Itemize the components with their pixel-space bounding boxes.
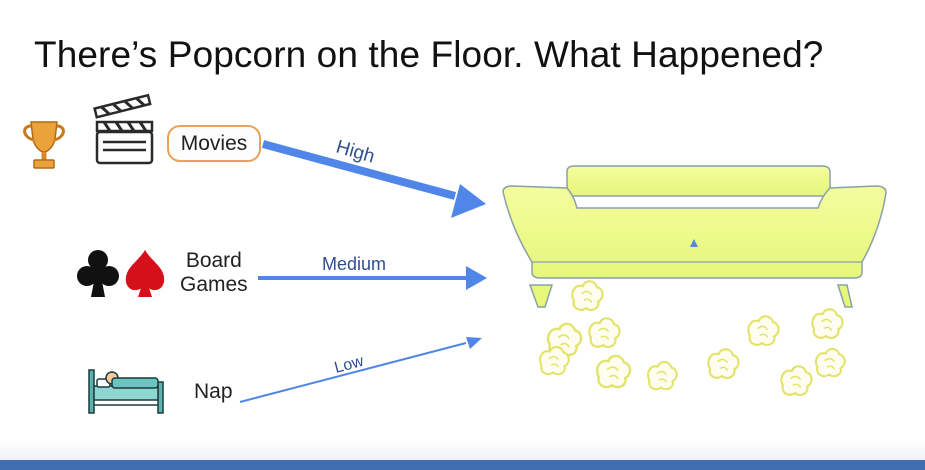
bed-icon <box>88 369 164 414</box>
spades-icon <box>125 250 165 297</box>
level-label-low: Low <box>333 353 366 377</box>
popcorn-kernel <box>707 348 740 379</box>
popcorn-pile <box>538 280 846 396</box>
popcorn-kernel <box>595 354 632 389</box>
popcorn-kernel <box>814 347 846 378</box>
trophy-icon <box>23 121 65 169</box>
popcorn-kernel <box>588 317 621 348</box>
level-label-medium: Medium <box>322 254 386 274</box>
clapperboard-icon <box>93 93 154 165</box>
popcorn-diagram: High Medium Low <box>23 93 887 414</box>
popcorn-kernel <box>747 315 780 346</box>
popcorn-kernel <box>646 360 678 391</box>
footer-bar <box>0 460 925 470</box>
popcorn-kernel <box>780 365 813 396</box>
popcorn-kernel <box>811 308 844 339</box>
popcorn-kernel <box>571 280 604 311</box>
clubs-icon <box>77 250 119 297</box>
footer-fade <box>0 440 925 460</box>
couch-icon <box>502 165 887 308</box>
